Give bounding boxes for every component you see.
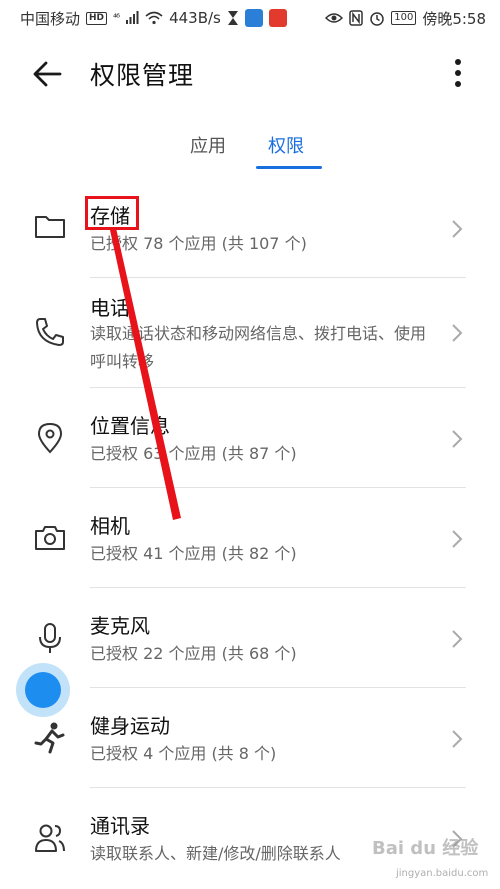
permission-title: 麦克风: [90, 614, 150, 638]
nfc-icon: [349, 10, 363, 26]
network-speed: 443B/s: [169, 9, 221, 27]
hourglass-icon: [227, 11, 238, 25]
active-tab-indicator: [256, 166, 322, 169]
annotation-highlight-box: [85, 196, 139, 230]
carrier-label: 中国移动: [20, 9, 81, 28]
chevron-right-icon: [452, 630, 463, 648]
chevron-right-icon: [452, 430, 463, 448]
app-header: 权限管理: [0, 48, 500, 100]
clock: 傍晚5:58: [422, 9, 486, 28]
floating-assist-ball[interactable]: [16, 663, 70, 717]
permission-subtitle: 已授权 78 个应用 (共 107 个): [90, 234, 307, 253]
status-right: 100 傍晚5:58: [325, 8, 486, 29]
permission-title: 相机: [90, 514, 130, 538]
chevron-right-icon: [452, 530, 463, 548]
chevron-right-icon: [452, 220, 463, 238]
alarm-icon: [370, 12, 384, 26]
camera-icon: [35, 526, 65, 550]
folder-icon: [35, 216, 65, 238]
phone-icon: [36, 318, 64, 346]
permission-subtitle: 读取通话状态和移动网络信息、拨打电话、使用呼叫转移: [90, 324, 427, 371]
status-bar: 中国移动 HD ⁴⁶ 443B/s 100 傍晚5:58: [0, 0, 500, 36]
watermark: Bai du 经验: [372, 838, 479, 859]
permission-subtitle: 已授权 4 个应用 (共 8 个): [90, 744, 277, 763]
hd-badge: HD: [86, 11, 108, 25]
location-icon: [37, 422, 63, 454]
list-item-location[interactable]: 位置信息 已授权 63 个应用 (共 87 个): [0, 388, 500, 488]
eye-icon: [325, 13, 344, 23]
tab-apps[interactable]: 应用: [190, 132, 226, 158]
permission-subtitle: 已授权 22 个应用 (共 68 个): [90, 644, 297, 663]
list-item-phone[interactable]: 电话 读取通话状态和移动网络信息、拨打电话、使用呼叫转移: [0, 278, 500, 388]
tab-permissions[interactable]: 权限: [268, 132, 304, 158]
app-notification-icon: [244, 9, 263, 27]
running-icon: [34, 722, 65, 754]
watermark-url: jingyan.baidu.com: [396, 868, 489, 879]
page-title: 权限管理: [90, 61, 195, 90]
wifi-icon: [145, 11, 163, 25]
list-item-microphone[interactable]: 麦克风 已授权 22 个应用 (共 68 个): [0, 588, 500, 688]
floating-assist-ball-core: [25, 672, 61, 708]
microphone-icon: [39, 623, 61, 653]
permission-subtitle: 已授权 63 个应用 (共 87 个): [90, 444, 297, 463]
permission-title: 电话: [90, 296, 130, 320]
back-arrow-icon[interactable]: [30, 58, 66, 90]
chevron-right-icon: [452, 730, 463, 748]
list-item-storage[interactable]: 存储 已授权 78 个应用 (共 107 个): [0, 178, 500, 278]
app-notification-icon-2: [268, 9, 287, 27]
permission-title: 通讯录: [90, 814, 150, 838]
battery-level: 100: [391, 11, 417, 25]
tab-bar: 应用 权限: [0, 128, 500, 169]
permission-title: 健身运动: [90, 714, 170, 738]
status-left: 中国移动 HD ⁴⁶ 443B/s: [20, 8, 287, 29]
permission-title: 位置信息: [90, 414, 170, 438]
chevron-right-icon: [452, 324, 463, 342]
network-type: ⁴⁶: [113, 12, 120, 24]
list-item-fitness[interactable]: 健身运动 已授权 4 个应用 (共 8 个): [0, 688, 500, 788]
contacts-icon: [35, 824, 65, 852]
list-item-camera[interactable]: 相机 已授权 41 个应用 (共 82 个): [0, 488, 500, 588]
permission-subtitle: 已授权 41 个应用 (共 82 个): [90, 544, 297, 563]
more-vertical-icon[interactable]: [448, 56, 468, 90]
signal-icon: [126, 11, 139, 24]
